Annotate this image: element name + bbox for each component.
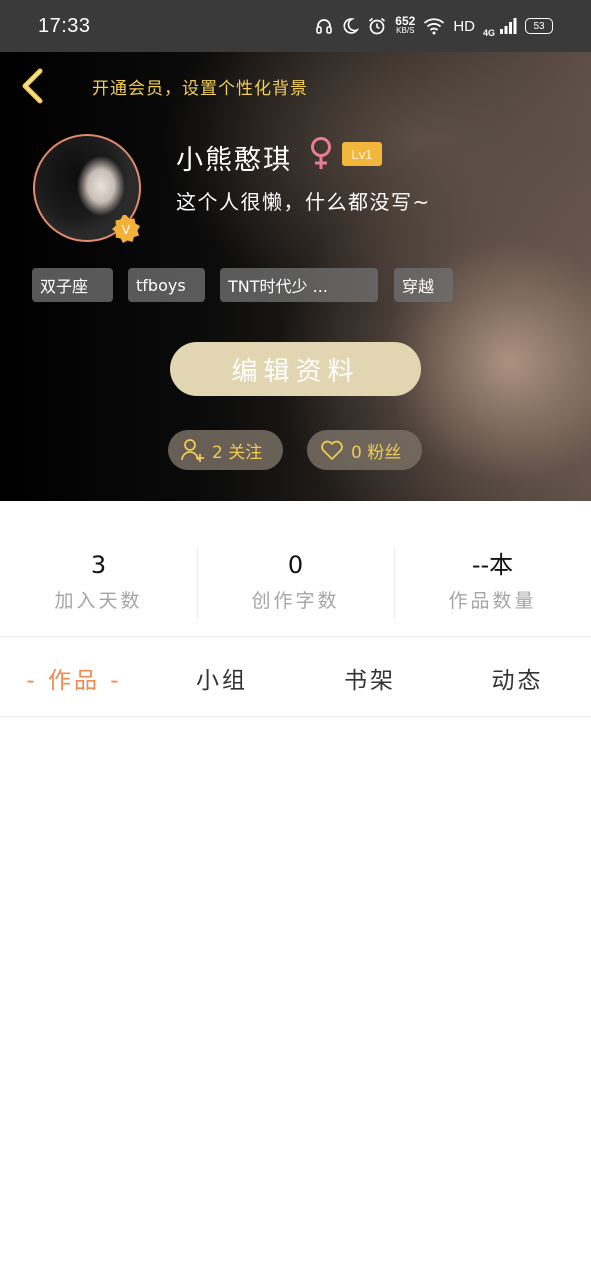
tab-bookshelf[interactable]: 书架 (296, 640, 444, 716)
stat-word-count: 0 创作字数 (197, 548, 394, 613)
content-tabs: - 作品 - 小组 书架 动态 (0, 640, 591, 716)
vip-background-link[interactable]: 开通会员，设置个性化背景 (92, 74, 308, 99)
following-count: 2 关注 (212, 442, 263, 463)
user-add-icon (181, 439, 204, 462)
stat-value: 3 (90, 551, 107, 579)
stats-row: 3 加入天数 0 创作字数 --本 作品数量 (0, 548, 591, 620)
moon-icon (343, 18, 360, 34)
female-gender-icon (311, 137, 331, 169)
stat-value: 0 (287, 551, 304, 579)
wifi-icon (424, 18, 445, 35)
level-badge: Lv1 (342, 142, 382, 166)
tab-activity[interactable]: 动态 (444, 640, 591, 716)
status-time: 17:33 (38, 14, 91, 37)
following-button[interactable]: 2 关注 (168, 430, 283, 470)
stat-value: --本 (471, 551, 514, 579)
user-name: 小熊憨琪 (176, 145, 292, 176)
back-arrow-icon[interactable] (16, 66, 50, 106)
tag-item[interactable]: 双子座 (32, 268, 113, 302)
heart-icon (321, 440, 343, 460)
edit-profile-button[interactable]: 编辑资料 (170, 342, 421, 396)
stat-join-days: 3 加入天数 (0, 548, 197, 613)
stat-label: 作品数量 (448, 590, 537, 612)
stat-works-count: --本 作品数量 (394, 548, 591, 613)
status-icons: 652 KB/S HD 4G 53 (315, 14, 553, 38)
avatar[interactable]: V (33, 134, 141, 243)
alarm-icon (369, 17, 386, 35)
network-speed: 652 KB/S (395, 14, 416, 35)
tab-groups[interactable]: 小组 (148, 640, 296, 716)
hd-label: HD (453, 17, 475, 35)
verified-badge-icon: V (112, 215, 140, 243)
headphones-icon (316, 19, 333, 34)
divider (0, 636, 591, 637)
tab-works[interactable]: - 作品 - (0, 640, 148, 716)
profile-header: 开通会员，设置个性化背景 V 小熊憨琪 Lv1 这个人很懒，什么都没写~ 双子座… (0, 52, 591, 501)
followers-button[interactable]: 0 粉丝 (307, 430, 422, 470)
followers-count: 0 粉丝 (351, 442, 402, 463)
divider (0, 716, 591, 717)
tag-item[interactable]: TNT时代少 ... (220, 268, 378, 302)
svg-text:V: V (122, 222, 131, 237)
stat-label: 加入天数 (54, 590, 143, 612)
battery-indicator: 53 (525, 18, 553, 34)
signal-icon (500, 18, 517, 34)
status-bar: 17:33 652 KB/S HD 4G 53 (0, 0, 591, 52)
user-bio: 这个人很懒，什么都没写~ (176, 190, 431, 214)
stat-label: 创作字数 (251, 590, 340, 612)
tag-item[interactable]: tfboys (128, 268, 205, 302)
network-type: 4G (482, 28, 495, 38)
tag-item[interactable]: 穿越 (394, 268, 453, 302)
